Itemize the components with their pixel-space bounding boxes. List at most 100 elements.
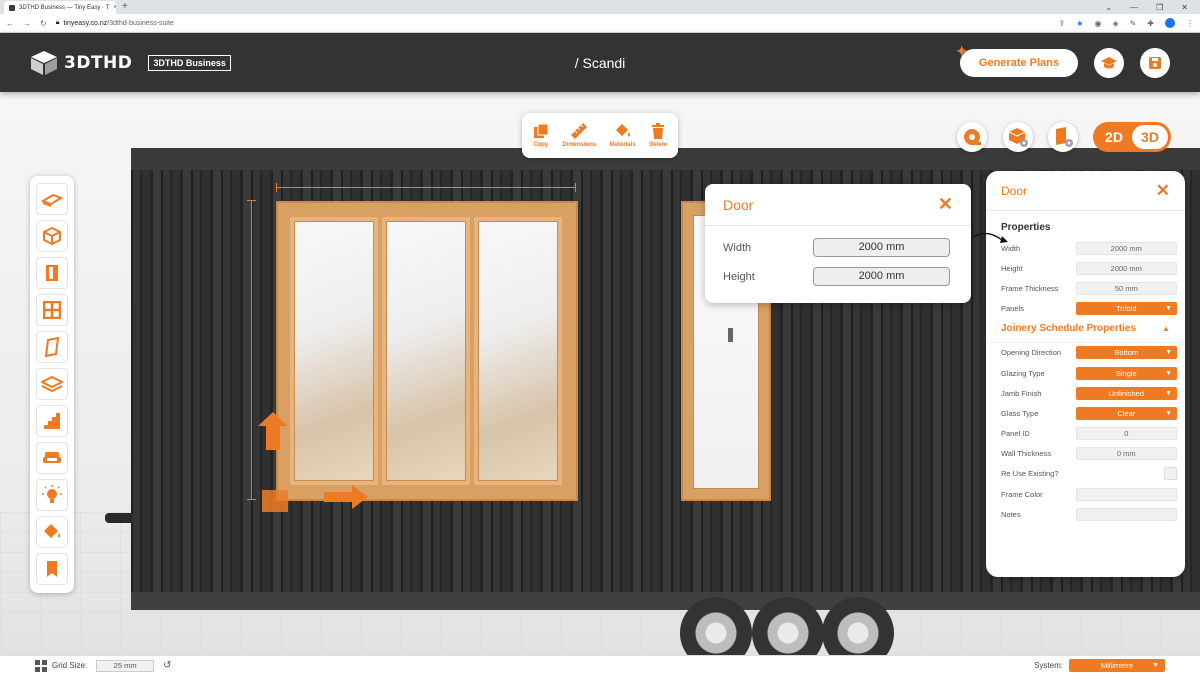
business-badge: 3DTHD Business [148,54,231,71]
bookmark-star-icon[interactable]: ★ [1076,19,1083,28]
tape-measure-icon [964,129,981,145]
wall-panel-icon [44,337,60,357]
property-row: Notes [986,504,1185,524]
width-field[interactable]: 2000 mm [813,238,950,257]
bookmark-tool[interactable] [36,553,68,585]
door-icon [46,265,58,281]
view-3d-option[interactable]: 3D [1132,125,1168,149]
move-gizmo-origin[interactable] [262,490,288,512]
url-path: /3dthd-business-suite [107,19,174,27]
address-bar[interactable]: 🔒︎ tinyeasy.co.nz/3dthd-business-suite [56,19,174,27]
tutorial-button[interactable] [1094,47,1124,78]
frame-thickness-input[interactable]: 50 mm [1075,281,1177,295]
save-icon [1149,56,1161,69]
reset-grid-icon[interactable]: ↺ [163,660,171,671]
property-row: Jamb Finish Unfinished [986,383,1185,403]
panel-id-input[interactable]: 0 [1075,427,1177,441]
height-label: Height [723,270,755,283]
properties-panel: Door ✕ Properties Width 2000 mm Height 2… [986,171,1185,577]
property-label: Re Use Existing? [1001,469,1059,479]
materials-button[interactable]: Materials [610,123,636,148]
close-icon[interactable]: ✕ [938,194,953,215]
maximize-icon[interactable]: ❐ [1156,3,1163,12]
view-settings-button[interactable] [1003,122,1033,152]
property-row: Re Use Existing? [986,464,1185,484]
opening-direction-select[interactable]: Bottom [1075,346,1177,360]
door-glass [386,221,466,481]
box-tool[interactable] [36,220,68,252]
lock-icon: 🔒︎ [55,19,60,26]
tab-search-icon[interactable]: ⌄ [1105,3,1112,12]
lighting-tool[interactable] [36,479,68,511]
furniture-tool[interactable] [36,442,68,474]
selected-trifold-door[interactable] [276,201,578,501]
extension-icon[interactable]: ◈ [1112,19,1118,28]
minimize-icon[interactable]: — [1130,3,1138,12]
object-action-toolbar: Copy Dimensions Materials Delete [522,113,678,158]
door-tool[interactable] [36,257,68,289]
property-label: Wall Thickness [1001,449,1052,459]
property-label: Glazing Type [1001,368,1045,378]
materials-label: Materials [609,142,636,148]
unit-system-select[interactable]: Millimetre [1069,659,1165,672]
copy-button[interactable]: Copy [533,123,549,148]
height-field[interactable]: 2000 mm [813,267,950,286]
property-row: Glass Type Clear [986,403,1185,423]
panels-select[interactable]: Trifold [1075,302,1177,316]
window-tool[interactable] [36,294,68,326]
profile-avatar[interactable] [1165,18,1175,28]
view-mode-toggle[interactable]: 2D 3D [1093,122,1171,152]
measure-tool-button[interactable] [957,122,987,152]
joinery-section-header[interactable]: Joinery Schedule Properties ▲ [986,319,1185,343]
close-icon[interactable]: ✕ [1156,181,1170,201]
door-panel [290,217,378,485]
trailer-hitch [105,513,133,523]
property-row: Panels Trifold [986,299,1185,319]
delete-button[interactable]: Delete [649,123,667,148]
width-input[interactable]: 2000 mm [1075,241,1177,255]
notes-input[interactable] [1075,507,1177,521]
frame-color-input[interactable] [1075,487,1177,501]
wall-thickness-input[interactable]: 0 mm [1075,447,1177,461]
save-button[interactable] [1140,47,1170,78]
sofa-icon [43,452,61,463]
width-dimension-line [276,183,576,192]
wall-visibility-button[interactable] [1048,122,1078,152]
share-icon[interactable]: ⇪ [1059,19,1066,28]
app-logo[interactable]: 3DTHD 3DTHD Business [30,50,231,76]
dimensions-button[interactable]: Dimensions [562,123,596,148]
grid-size-input[interactable]: 25 mm [96,659,155,672]
layer-tool[interactable] [36,368,68,400]
close-window-icon[interactable]: ✕ [1181,3,1188,12]
forward-icon[interactable]: → [23,19,31,28]
move-right-arrow-icon[interactable] [324,485,368,509]
generate-plans-button[interactable]: ✦ Generate Plans [956,43,1078,77]
back-icon[interactable]: ← [6,19,14,28]
glass-type-select[interactable]: Clear [1075,406,1177,420]
floor-tool[interactable] [36,183,68,215]
pen-icon[interactable]: ✎ [1130,19,1137,28]
puzzle-icon[interactable]: ✚ [1147,19,1154,28]
wall-panel-tool[interactable] [36,331,68,363]
new-tab-button[interactable]: + [122,1,128,14]
door-quick-edit-panel: Door ✕ Width 2000 mm Height 2000 mm [705,184,971,303]
reuse-existing-checkbox[interactable] [1164,467,1177,481]
menu-kebab-icon[interactable]: ⋮ [1186,19,1194,28]
reload-icon[interactable]: ↻ [40,19,47,28]
glazing-type-select[interactable]: Single [1075,366,1177,380]
width-label: Width [723,241,752,254]
graduation-cap-icon [1101,56,1117,68]
trailer-base [131,592,1200,610]
move-up-arrow-icon[interactable] [258,412,288,450]
property-row: Glazing Type Single [986,363,1185,383]
property-label: Notes [1001,509,1021,519]
property-label: Height [1001,263,1023,273]
stairs-tool[interactable] [36,405,68,437]
height-input[interactable]: 2000 mm [1075,261,1177,275]
camera-icon[interactable]: ◉ [1094,19,1101,28]
paint-tool[interactable] [36,516,68,548]
tab-close-icon[interactable]: × [113,4,116,11]
view-2d-option[interactable]: 2D [1096,125,1132,149]
jamb-finish-select[interactable]: Unfinished [1075,386,1177,400]
browser-tab[interactable]: 3DTHD Business — Tiny Easy · T × [4,1,116,14]
